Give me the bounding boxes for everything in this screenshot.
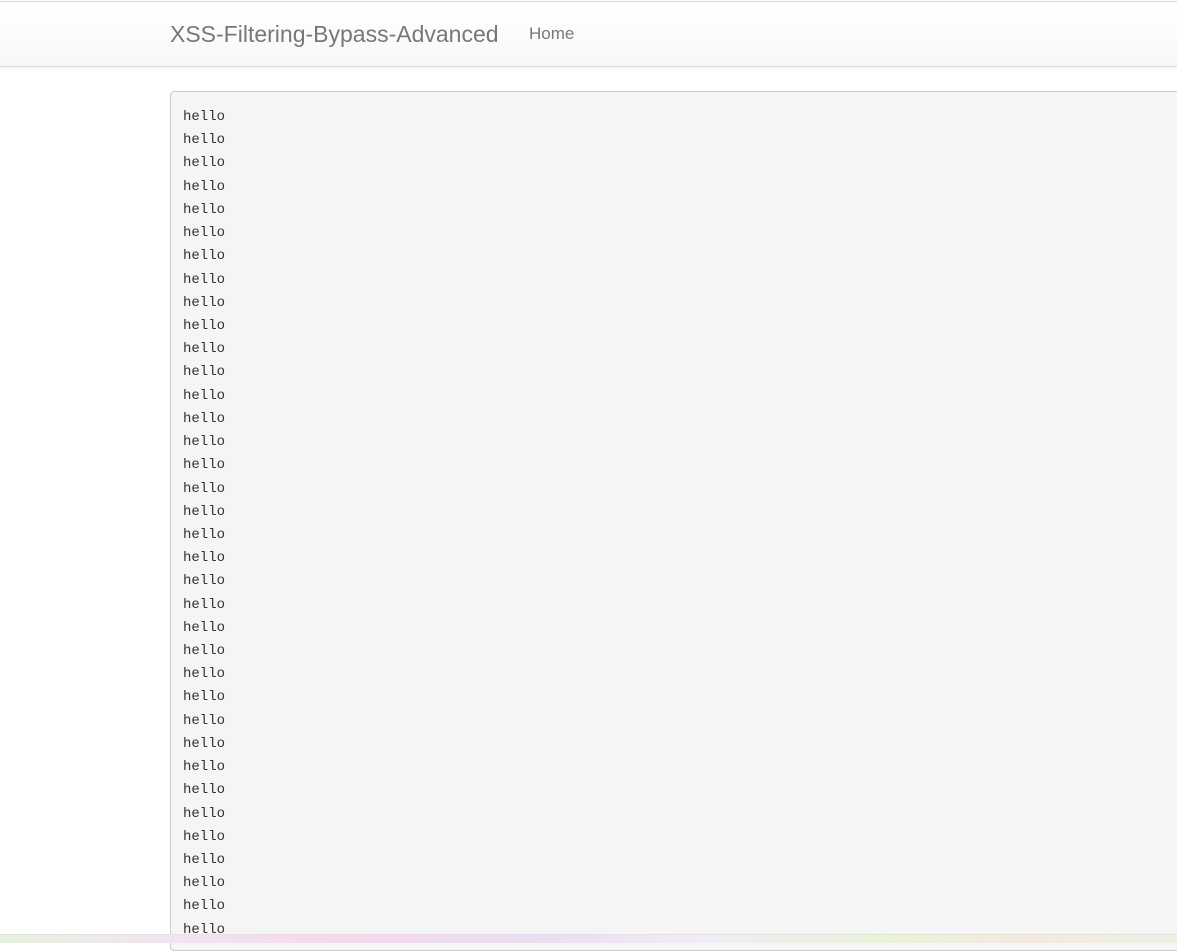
output-line: hello <box>183 248 226 265</box>
output-line: hello <box>183 480 226 497</box>
output-line: hello <box>183 735 226 752</box>
output-line: hello <box>183 271 226 288</box>
output-line: hello <box>183 689 226 706</box>
output-line: hello <box>183 596 226 613</box>
output-line: hello <box>183 666 226 683</box>
output-line: hello <box>183 503 226 520</box>
output-line: hello <box>183 201 226 218</box>
navbar: XSS-Filtering-Bypass-Advanced Home <box>0 2 1177 67</box>
output-line: hello <box>183 852 226 868</box>
output-line: hello <box>183 573 226 590</box>
output-line: hello <box>183 387 226 404</box>
output-line: hello <box>183 225 226 242</box>
output-line: hello <box>183 341 226 358</box>
output-line: hello <box>183 782 226 799</box>
bottom-strip <box>0 934 1177 943</box>
output-line: hello <box>183 805 226 822</box>
output-line: hello <box>183 132 226 149</box>
nav-link-home[interactable]: Home <box>529 23 574 45</box>
output-line: hello <box>183 109 226 125</box>
output-line: hello <box>183 619 226 636</box>
output-line: hello <box>183 457 226 474</box>
output-line: hello <box>183 434 226 451</box>
output-line: hello <box>183 643 226 660</box>
output-line: hello <box>183 712 226 729</box>
output-line: hello <box>183 875 226 892</box>
output-pre-block: hello hello hello hello hello hello hello hello… <box>170 91 1177 951</box>
output-line: hello <box>183 294 226 311</box>
output-line: hello <box>183 317 226 334</box>
output-line: hello <box>183 410 226 427</box>
output-line: hello <box>183 178 226 195</box>
output-line: hello <box>183 828 226 845</box>
navbar-brand[interactable]: XSS-Filtering-Bypass-Advanced <box>170 20 499 48</box>
output-line: hello <box>183 898 226 915</box>
output-line: hello <box>183 155 226 172</box>
output-line: hello <box>183 526 226 543</box>
output-line: hello <box>183 364 226 381</box>
output-line: hello <box>183 550 226 567</box>
output-line: hello <box>183 759 226 776</box>
